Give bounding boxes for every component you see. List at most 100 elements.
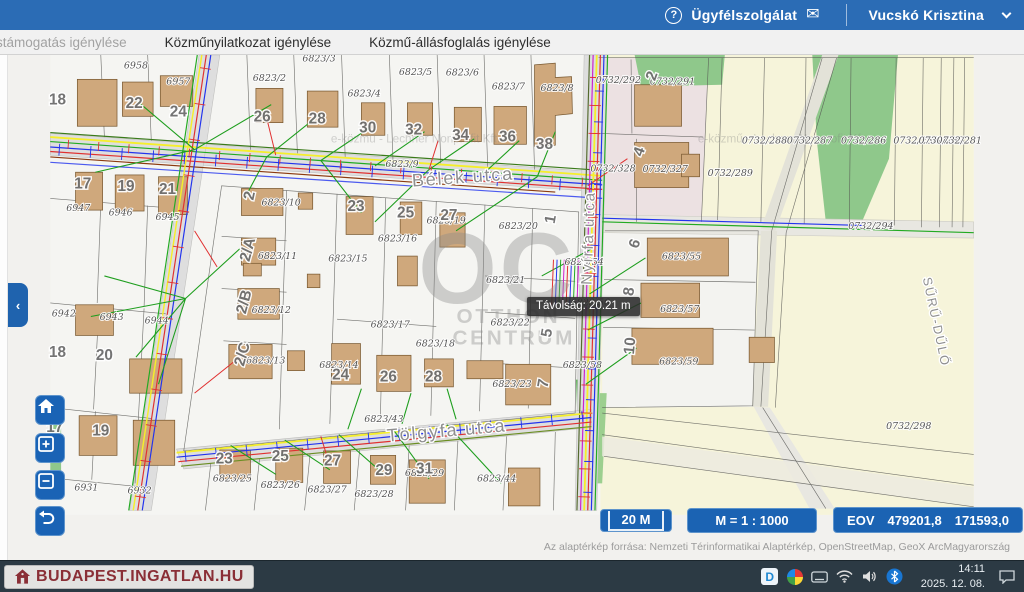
scale-bar-button[interactable]: 20 M [600, 509, 672, 532]
house-number: 18 [49, 92, 67, 109]
house-number: 26 [380, 368, 397, 385]
menu-tab-0[interactable]: stámogatás igénylése [0, 35, 127, 50]
parcel-number: 0732/288 [742, 135, 787, 146]
house-number: 26 [254, 109, 271, 126]
taskbar: BUDAPEST.INGATLAN.HU D 14:11 2025. 12. 0… [0, 560, 1024, 592]
parcel-number: 6823/18 [416, 338, 455, 349]
house-number: 19 [92, 423, 109, 440]
user-menu[interactable]: Vucskó Krisztina [869, 7, 1024, 23]
scale-bar-label: 20 M [608, 511, 665, 531]
security-shield-icon[interactable] [786, 568, 804, 586]
house-number: 23 [347, 198, 364, 215]
parcel-number: 6823/22 [491, 318, 530, 329]
house-number: 21 [159, 181, 177, 198]
help-icon: ? [665, 7, 682, 24]
house-number: 31 [416, 460, 434, 477]
parcel-number: 6958 [124, 61, 148, 72]
tray-d-app-icon[interactable]: D [761, 568, 779, 586]
home-button[interactable] [35, 395, 65, 425]
taskbar-app-label: BUDAPEST.INGATLAN.HU [36, 568, 244, 586]
clock-date: 2025. 12. 08. [921, 577, 985, 591]
house-number: 36 [499, 129, 516, 146]
home-icon [36, 396, 56, 416]
scale-ratio-button[interactable]: M = 1 : 1000 [687, 508, 817, 533]
parcel-number: 6823/2 [253, 73, 286, 84]
clock-time: 14:11 [921, 562, 985, 576]
parcel-number: 0732/289 [708, 168, 753, 179]
parcel-number: 6823/25 [213, 474, 252, 485]
map-canvas[interactable]: OCOTTHONCENTRUMe-közmű - Lechner Nonprof… [0, 55, 1024, 560]
parcel-number: 6823/44 [477, 474, 516, 485]
house-number: 18 [49, 344, 67, 361]
app-window: ? Ügyfélszolgálat ✉ Vucskó Krisztina stá… [0, 0, 1024, 592]
parcel-number: 6823/17 [371, 319, 410, 330]
parcel-number: 6823/15 [328, 254, 367, 265]
parcel-number: 6823/3 [302, 55, 335, 64]
zoom-in-button[interactable] [35, 433, 65, 463]
mail-icon[interactable]: ✉ [806, 7, 819, 23]
house-number: 22 [126, 95, 143, 112]
taskbar-app-button[interactable]: BUDAPEST.INGATLAN.HU [4, 565, 254, 589]
eov-label: EOV [847, 513, 874, 528]
parcel-number: 6823/6 [446, 68, 479, 79]
house-number: 17 [74, 175, 91, 192]
eov-coordinates-button[interactable]: EOV 479201,8 171593,0 [833, 507, 1023, 533]
house-number: 30 [359, 120, 376, 137]
house-number: 29 [375, 462, 392, 479]
bluetooth-icon[interactable] [886, 568, 904, 586]
volume-icon[interactable] [861, 568, 879, 586]
house-number: 10 [621, 337, 639, 355]
keyboard-icon[interactable] [811, 568, 829, 586]
house-number: 27 [440, 207, 457, 224]
parcel-number: 6823/20 [499, 221, 538, 232]
parcel-number: 6946 [109, 208, 133, 219]
help-label: Ügyfélszolgálat [691, 7, 797, 23]
parcel-number: 6823/12 [252, 305, 291, 316]
house-number: 34 [452, 127, 470, 144]
parcel-number: 6823/16 [378, 234, 417, 245]
undo-button[interactable] [35, 506, 65, 536]
parcel-number: 6823/10 [262, 198, 301, 209]
watermark-brand: CENTRUM [452, 326, 575, 349]
parcel-number: 6823/11 [258, 251, 297, 262]
parcel-number: 6823/5 [399, 67, 432, 78]
parcel-number: 6823/13 [246, 355, 285, 366]
parcel-number: 6932 [128, 485, 152, 496]
panel-collapse-button[interactable]: ‹ [8, 283, 28, 327]
parcel-number: 0732/298 [886, 421, 931, 432]
parcel-number: 6823/9 [385, 159, 418, 170]
wifi-icon[interactable] [836, 568, 854, 586]
parcel-number: 6823/59 [659, 356, 698, 367]
house-number: 38 [536, 136, 554, 153]
taskbar-clock[interactable]: 14:11 2025. 12. 08. [921, 562, 985, 591]
parcel-number: 0732/292 [596, 75, 641, 86]
house-number: 28 [309, 111, 327, 128]
parcel-number: 6957 [166, 77, 190, 88]
parcel-number: 6823/43 [364, 414, 403, 425]
distance-tooltip: Távolság: 20.21 m [527, 297, 640, 316]
house-number: 24 [332, 367, 350, 384]
house-number: 25 [397, 204, 415, 221]
parcel-number: 6823/26 [261, 480, 300, 491]
header-divider [846, 4, 847, 26]
help-group[interactable]: ? Ügyfélszolgálat ✉ [665, 7, 819, 24]
scale-ratio-label: M = 1 : 1000 [715, 513, 788, 528]
zoom-out-icon [36, 471, 56, 491]
parcel-number: 6823/58 [563, 360, 602, 371]
zoom-out-button[interactable] [35, 470, 65, 500]
house-number: 25 [272, 448, 290, 465]
menu-tab-2[interactable]: Közmű-állásfoglalás igénylése [369, 35, 551, 50]
house-number: 23 [216, 451, 233, 468]
notifications-icon[interactable] [998, 568, 1016, 586]
parcel-number: 6947 [66, 203, 90, 214]
chevron-down-icon [1002, 9, 1012, 19]
parcel-number: 6942 [52, 309, 76, 320]
menu-tab-1[interactable]: Közműnyilatkozat igénylése [165, 35, 332, 50]
house-logo-icon [14, 568, 31, 585]
parcel-number: 6823/7 [492, 81, 525, 92]
parcel-number: 6943 [100, 312, 124, 323]
parcel-number: 6823/21 [486, 275, 525, 286]
parcel-number: 0732/328 [590, 163, 635, 174]
basemap-attribution: Az alaptérkép forrása: Nemzeti Térinform… [544, 541, 1010, 553]
parcel-number: 6823/4 [347, 88, 380, 99]
